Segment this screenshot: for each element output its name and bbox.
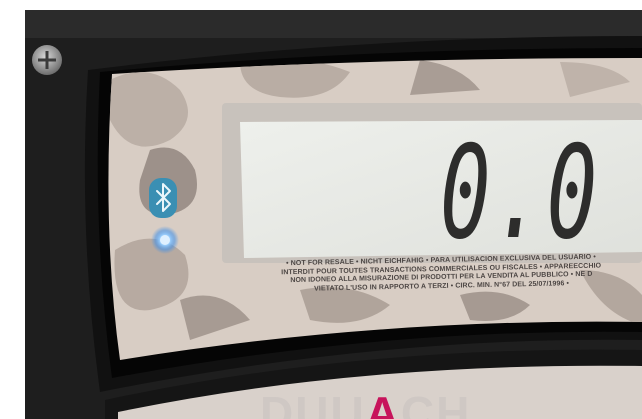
brand-logo: DUUACH <box>260 386 630 419</box>
brand-text-start: DUU <box>260 387 366 419</box>
status-led-icon <box>151 226 179 254</box>
brand-text-accent: A <box>365 387 401 419</box>
brand-text-end: CH <box>400 387 472 419</box>
lcd-reading: 0.0 <box>440 135 600 245</box>
screw-icon <box>32 45 62 75</box>
weight-reading: 0.0 <box>440 135 600 245</box>
bluetooth-icon <box>149 178 177 218</box>
